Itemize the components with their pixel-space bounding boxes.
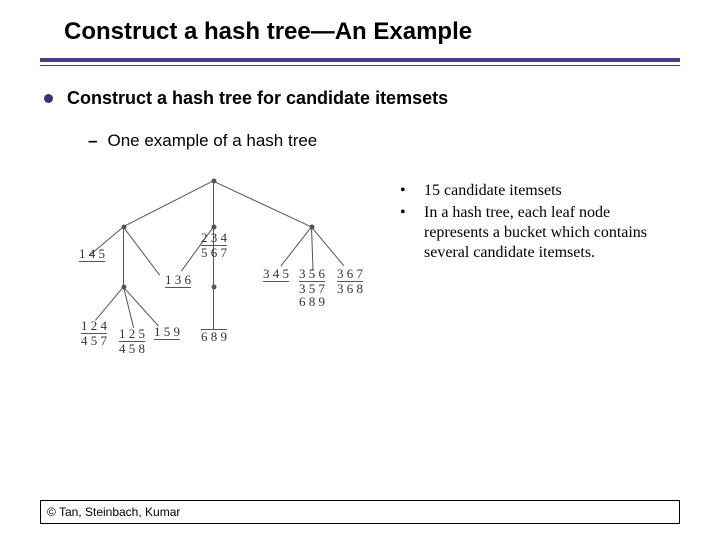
note-item: • 15 candidate itemsets bbox=[400, 181, 676, 201]
leaf-234-top: 2 3 4 bbox=[201, 231, 227, 245]
title-rule bbox=[40, 58, 680, 66]
bullet-disc-icon bbox=[44, 94, 53, 103]
slide-content: Construct a hash tree for candidate item… bbox=[0, 66, 720, 379]
leaf-345-top: 3 4 5 bbox=[263, 267, 289, 281]
bullet-text: Construct a hash tree for candidate item… bbox=[67, 88, 448, 109]
note-item: • In a hash tree, each leaf node represe… bbox=[400, 203, 676, 263]
slide-title: Construct a hash tree—An Example bbox=[0, 0, 720, 56]
dash-icon: – bbox=[88, 131, 97, 151]
leaf-689: 6 8 9 bbox=[201, 329, 227, 344]
bullet-level1: Construct a hash tree for candidate item… bbox=[44, 88, 676, 109]
leaf-124-under: 4 5 7 bbox=[81, 333, 107, 348]
note-text-0: 15 candidate itemsets bbox=[424, 181, 562, 201]
leaf-234-under: 5 6 7 bbox=[201, 245, 227, 260]
bullet-dot-icon: • bbox=[400, 181, 412, 201]
leaf-356-top: 3 5 6 bbox=[299, 267, 325, 281]
footer-credit: © Tan, Steinbach, Kumar bbox=[40, 500, 680, 524]
leaf-367-top: 3 6 7 bbox=[337, 267, 363, 281]
leaf-125-top: 1 2 5 bbox=[119, 327, 145, 341]
sub-bullet-text: One example of a hash tree bbox=[107, 131, 317, 151]
leaf-145-top: 1 4 5 bbox=[79, 247, 105, 261]
note-text-1: In a hash tree, each leaf node represent… bbox=[424, 203, 676, 263]
bullet-dot-icon: • bbox=[400, 203, 412, 263]
leaf-124-top: 1 2 4 bbox=[81, 319, 107, 333]
leaf-136-top: 1 3 6 bbox=[165, 273, 191, 287]
bullet-level2: – One example of a hash tree bbox=[44, 131, 676, 151]
hash-tree-figure: 1 4 5 2 3 4 5 6 7 1 2 4 4 5 7 1 2 5 4 5 … bbox=[64, 169, 364, 379]
leaf-125-under: 4 5 8 bbox=[119, 341, 145, 356]
notes-block: • 15 candidate itemsets • In a hash tree… bbox=[364, 169, 676, 379]
leaf-356-under: 3 5 7 6 8 9 bbox=[299, 281, 325, 309]
leaf-159-top: 1 5 9 bbox=[154, 325, 180, 339]
leaf-367-under: 3 6 8 bbox=[337, 281, 363, 296]
